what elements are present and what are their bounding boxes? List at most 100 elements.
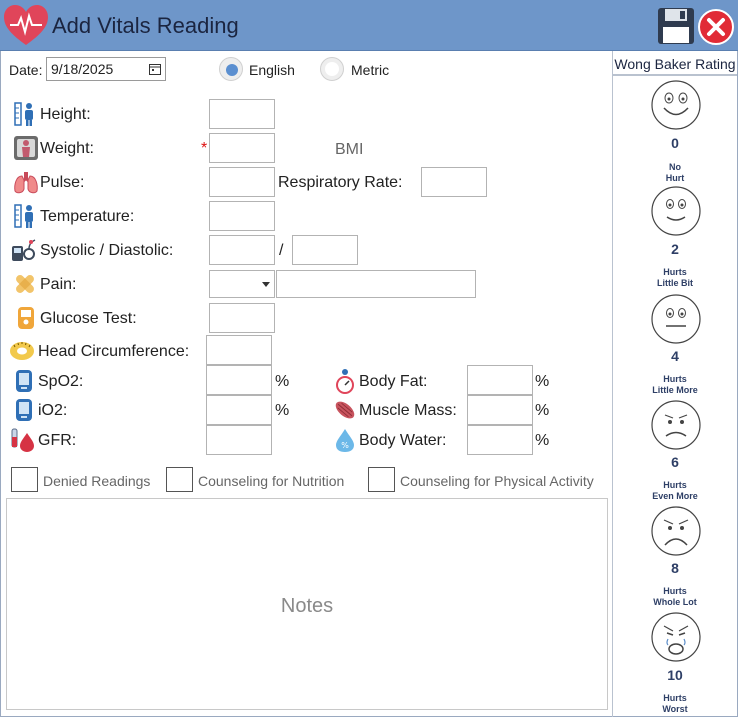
face-0-value: 0 [671, 135, 679, 151]
body-fat-percent: % [535, 373, 550, 390]
face-4-line2: Little More [652, 385, 698, 395]
face-10-value: 10 [667, 667, 683, 683]
frame-left-border [0, 51, 1, 717]
height-input[interactable] [209, 99, 275, 129]
english-radio[interactable] [219, 57, 243, 81]
blood-pressure-icon [12, 239, 36, 261]
systolic-diastolic-label: Systolic / Diastolic: [40, 242, 174, 259]
denied-readings-checkbox[interactable] [11, 467, 38, 492]
muscle-mass-input[interactable] [467, 395, 533, 425]
calendar-icon[interactable] [149, 63, 161, 75]
face-8-value: 8 [671, 560, 679, 576]
body-fat-input[interactable] [467, 365, 533, 395]
pain-notes-input[interactable] [276, 270, 476, 298]
body-fat-icon [336, 369, 354, 394]
svg-text:%: % [341, 441, 349, 450]
pulse-label: Pulse: [40, 174, 85, 191]
glucose-meter-icon [18, 307, 34, 329]
face-2-value: 2 [671, 241, 679, 257]
face-6-value: 6 [671, 454, 679, 470]
weight-scale-icon [14, 136, 38, 160]
gfr-input[interactable] [206, 425, 272, 455]
chevron-down-icon [262, 282, 270, 287]
notes-placeholder: Notes [280, 595, 334, 617]
face-hurts-whole-lot-icon[interactable] [650, 505, 702, 557]
english-label: English [249, 62, 295, 78]
floppy-disk-icon[interactable] [657, 7, 695, 45]
face-hurts-even-more-icon[interactable] [650, 399, 702, 451]
blood-drop-icon [11, 428, 34, 452]
date-picker[interactable]: 9/18/2025 [46, 57, 166, 81]
face-2-line1: Hurts [663, 267, 687, 277]
face-4-value: 4 [671, 348, 679, 364]
pain-label: Pain: [40, 276, 77, 293]
io2-meter-icon [16, 399, 32, 421]
weight-input[interactable] [209, 133, 275, 163]
muscle-mass-label: Muscle Mass: [359, 402, 457, 419]
metric-label: Metric [351, 62, 390, 78]
pulse-oximeter-icon [16, 370, 32, 392]
glucose-test-label: Glucose Test: [40, 310, 137, 327]
face-0-line1: No [669, 162, 681, 172]
height-label: Height: [40, 106, 91, 123]
face-hurts-worst-icon[interactable] [650, 611, 702, 663]
glucose-test-input[interactable] [209, 303, 275, 333]
date-value: 9/18/2025 [51, 61, 114, 77]
systolic-input[interactable] [209, 235, 275, 265]
face-2-line2: Little Bit [657, 278, 693, 288]
pain-dropdown[interactable] [209, 270, 275, 298]
body-water-input[interactable] [467, 425, 533, 455]
body-water-percent: % [535, 432, 550, 449]
io2-label: iO2: [38, 402, 68, 419]
heart-pulse-icon [4, 5, 48, 45]
wong-baker-title: Wong Baker Rating [613, 52, 737, 76]
bmi-label: BMI [335, 141, 364, 158]
face-8-line2: Whole Lot [653, 597, 697, 607]
weight-label: Weight: [40, 140, 94, 157]
lungs-icon [14, 172, 38, 194]
weight-required-marker: * [201, 140, 208, 157]
face-4-line1: Hurts [663, 374, 687, 384]
face-6-line2: Even More [652, 491, 698, 501]
respiratory-rate-input[interactable] [421, 167, 487, 197]
io2-input[interactable] [206, 395, 272, 425]
nutrition-counseling-label: Counseling for Nutrition [198, 473, 345, 489]
date-label: Date: [9, 62, 43, 78]
face-10-line2: Worst [662, 704, 688, 714]
temperature-icon [14, 204, 33, 228]
physical-activity-counseling-label: Counseling for Physical Activity [400, 473, 594, 489]
window-title: Add Vitals Reading [52, 13, 239, 38]
spo2-percent: % [275, 373, 290, 390]
bp-separator: / [279, 242, 284, 259]
metric-radio[interactable] [320, 57, 344, 81]
face-8-line1: Hurts [663, 586, 687, 596]
title-bar: Add Vitals Reading [0, 0, 738, 51]
water-drop-icon: % [336, 429, 354, 452]
body-fat-label: Body Fat: [359, 373, 428, 390]
nutrition-counseling-checkbox[interactable] [166, 467, 193, 492]
muscle-mass-percent: % [535, 402, 550, 419]
temperature-label: Temperature: [40, 208, 135, 225]
muscle-icon [335, 401, 355, 419]
spo2-input[interactable] [206, 365, 272, 395]
face-hurts-little-more-icon[interactable] [650, 293, 702, 345]
physical-activity-counseling-checkbox[interactable] [368, 467, 395, 492]
face-10-line1: Hurts [663, 693, 687, 703]
denied-readings-label: Denied Readings [43, 473, 151, 489]
pulse-input[interactable] [209, 167, 275, 197]
notes-textarea[interactable]: Notes [6, 498, 608, 710]
spo2-label: SpO2: [38, 373, 84, 390]
face-6-line1: Hurts [663, 480, 687, 490]
temperature-input[interactable] [209, 201, 275, 231]
body-water-label: Body Water: [359, 432, 447, 449]
height-scale-icon [14, 102, 33, 126]
head-circumference-label: Head Circumference: [38, 343, 190, 360]
face-hurts-little-bit-icon[interactable] [650, 185, 702, 237]
io2-percent: % [275, 402, 290, 419]
close-icon[interactable] [697, 8, 735, 46]
tape-measure-icon [10, 342, 34, 360]
gfr-label: GFR: [38, 432, 77, 449]
face-no-hurt-icon[interactable] [650, 79, 702, 131]
head-circumference-input[interactable] [206, 335, 272, 365]
diastolic-input[interactable] [292, 235, 358, 265]
